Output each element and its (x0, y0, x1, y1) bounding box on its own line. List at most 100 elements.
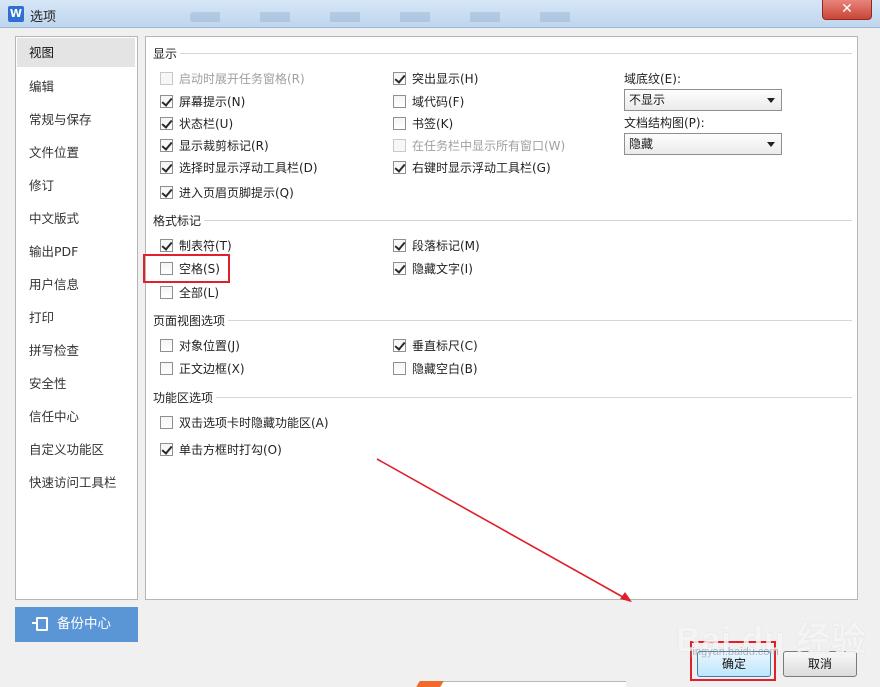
checkbox-field-codes[interactable]: 域代码(F) (393, 91, 464, 111)
checkbox-bookmarks[interactable]: 书签(K) (393, 113, 453, 133)
checkbox-box[interactable] (160, 116, 173, 130)
field-shading-value: 不显示 (629, 93, 666, 107)
checkbox-hide-whitespace[interactable]: 隐藏空白(B) (393, 358, 478, 378)
checkbox-label: 在任务栏中显示所有窗口(W) (412, 138, 566, 153)
nav-item-chinese-layout[interactable]: 中文版式 (17, 204, 135, 233)
checkbox-label: 段落标记(M) (412, 238, 480, 253)
checkbox-hide-ribbon-dblclick[interactable]: 双击选项卡时隐藏功能区(A) (160, 412, 329, 432)
section-divider (228, 320, 852, 321)
close-button[interactable]: ✕ (822, 0, 872, 20)
checkbox-object-anchors[interactable]: 对象位置(J) (160, 335, 240, 355)
checkbox-label: 双击选项卡时隐藏功能区(A) (179, 415, 329, 430)
checkbox-label: 隐藏空白(B) (412, 361, 478, 376)
checkbox-screen-tips[interactable]: 屏幕提示(N) (160, 91, 245, 111)
checkbox-status-bar[interactable]: 状态栏(U) (160, 113, 233, 133)
checkbox-label: 正文边框(X) (179, 361, 245, 376)
doc-map-label: 文档结构图(P): (624, 116, 705, 130)
checkbox-box[interactable] (160, 71, 173, 85)
highlight-box-spaces (143, 254, 230, 283)
section-divider (204, 220, 852, 221)
nav-item-file-locations[interactable]: 文件位置 (17, 138, 135, 167)
nav-item-quick-access-toolbar[interactable]: 快速访问工具栏 (17, 468, 135, 497)
nav-item-general-save[interactable]: 常规与保存 (17, 105, 135, 134)
checkbox-highlight[interactable]: 突出显示(H) (393, 68, 478, 88)
nav-item-view[interactable]: 视图 (17, 38, 135, 67)
checkbox-taskbar-windows[interactable]: 在任务栏中显示所有窗口(W) (393, 135, 565, 155)
section-title-ribbon: 功能区选项 (153, 391, 214, 405)
checkbox-label: 单击方框时打勾(O) (179, 442, 282, 457)
checkbox-label: 垂直标尺(C) (412, 338, 478, 353)
nav-item-spell-check[interactable]: 拼写检查 (17, 336, 135, 365)
checkbox-hidden-text[interactable]: 隐藏文字(I) (393, 258, 473, 278)
checkbox-box[interactable] (160, 442, 173, 456)
checkbox-label: 状态栏(U) (179, 116, 234, 131)
field-shading-label: 域底纹(E): (624, 72, 681, 86)
checkbox-label: 屏幕提示(N) (179, 94, 246, 109)
dropdown-arrow-icon (767, 98, 775, 103)
checkbox-label: 进入页眉页脚提示(Q) (179, 185, 294, 200)
checkbox-text-boundaries[interactable]: 正文边框(X) (160, 358, 245, 378)
checkbox-box[interactable] (160, 361, 173, 375)
checkbox-box[interactable] (393, 71, 406, 85)
checkbox-box[interactable] (393, 94, 406, 108)
checkbox-box[interactable] (160, 138, 173, 152)
section-title-display: 显示 (153, 47, 178, 61)
section-divider (216, 397, 852, 398)
background-window-tab (416, 681, 444, 687)
checkbox-expand-task-pane[interactable]: 启动时展开任务窗格(R) (160, 68, 305, 88)
checkbox-label: 突出显示(H) (412, 71, 479, 86)
nav-item-revisions[interactable]: 修订 (17, 171, 135, 200)
checkbox-box[interactable] (393, 238, 406, 252)
nav-item-print[interactable]: 打印 (17, 303, 135, 332)
checkbox-label: 启动时展开任务窗格(R) (179, 71, 305, 86)
checkbox-box[interactable] (160, 415, 173, 429)
checkbox-click-to-check[interactable]: 单击方框时打勾(O) (160, 439, 282, 459)
checkbox-label: 书签(K) (412, 116, 454, 131)
checkbox-label: 隐藏文字(I) (412, 261, 473, 276)
section-divider (180, 53, 852, 54)
checkbox-label: 制表符(T) (179, 238, 232, 253)
checkbox-box[interactable] (393, 160, 406, 174)
checkbox-box[interactable] (393, 338, 406, 352)
nav-item-security[interactable]: 安全性 (17, 369, 135, 398)
checkbox-crop-marks[interactable]: 显示裁剪标记(R) (160, 135, 269, 155)
checkbox-box[interactable] (160, 160, 173, 174)
window-title: 选项 (30, 10, 57, 25)
checkbox-box[interactable] (393, 116, 406, 130)
nav-item-trust-center[interactable]: 信任中心 (17, 402, 135, 431)
nav-item-user-info[interactable]: 用户信息 (17, 270, 135, 299)
checkbox-box[interactable] (393, 361, 406, 375)
checkbox-float-toolbar-rightclick[interactable]: 右键时显示浮动工具栏(G) (393, 157, 551, 177)
section-title-page-view: 页面视图选项 (153, 314, 226, 328)
wps-writer-icon: W (8, 6, 24, 22)
checkbox-float-toolbar-select[interactable]: 选择时显示浮动工具栏(D) (160, 157, 318, 177)
backup-icon (32, 617, 48, 631)
baidu-watermark-url: jingyan.baidu.com (690, 646, 779, 658)
title-bar: W 选项 ✕ (0, 0, 880, 28)
checkbox-box[interactable] (160, 185, 173, 199)
field-shading-select[interactable]: 不显示 (624, 89, 782, 111)
nav-item-edit[interactable]: 编辑 (17, 72, 135, 101)
nav-item-export-pdf[interactable]: 输出PDF (17, 237, 135, 266)
checkbox-paragraph-marks[interactable]: 段落标记(M) (393, 235, 480, 255)
backup-center-button[interactable]: 备份中心 (15, 607, 138, 642)
doc-map-select[interactable]: 隐藏 (624, 133, 782, 155)
checkbox-label: 右键时显示浮动工具栏(G) (412, 160, 551, 175)
background-window-fragment (420, 681, 626, 687)
checkbox-box[interactable] (160, 238, 173, 252)
blurred-background-tabs (190, 12, 610, 22)
nav-item-customize-ribbon[interactable]: 自定义功能区 (17, 435, 135, 464)
checkbox-box[interactable] (393, 261, 406, 275)
checkbox-vertical-ruler[interactable]: 垂直标尺(C) (393, 335, 478, 355)
checkbox-box[interactable] (160, 94, 173, 108)
doc-map-value: 隐藏 (629, 137, 654, 151)
checkbox-box[interactable] (393, 138, 406, 152)
section-title-format-marks: 格式标记 (153, 214, 202, 228)
checkbox-box[interactable] (160, 285, 173, 299)
checkbox-box[interactable] (160, 338, 173, 352)
checkbox-tab-chars[interactable]: 制表符(T) (160, 235, 232, 255)
checkbox-all-marks[interactable]: 全部(L) (160, 282, 219, 302)
checkbox-label: 显示裁剪标记(R) (179, 138, 269, 153)
checkbox-header-footer-hint[interactable]: 进入页眉页脚提示(Q) (160, 182, 294, 202)
checkbox-label: 全部(L) (179, 285, 220, 300)
